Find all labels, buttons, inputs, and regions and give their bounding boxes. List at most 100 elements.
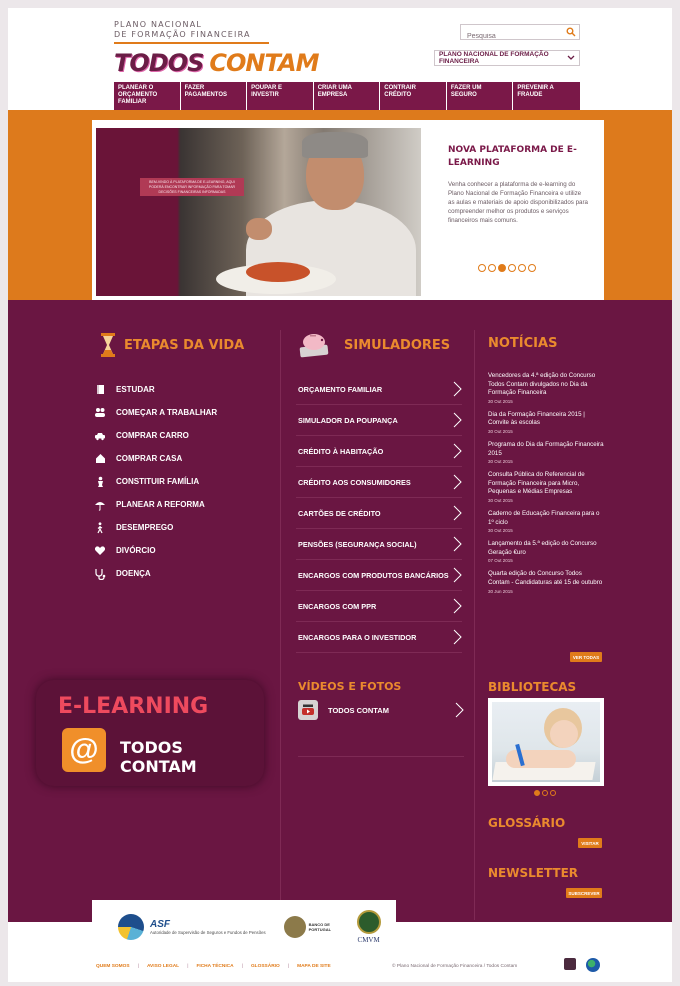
- sim-item-bancarios[interactable]: ENCARGOS COM PRODUTOS BANCÁRIOS: [296, 560, 462, 591]
- chevron-right-icon: [453, 381, 462, 397]
- footer-link-glossario[interactable]: GLOSSÁRIO: [251, 964, 280, 969]
- chevron-right-icon: [453, 443, 462, 459]
- news-item[interactable]: Consulta Pública do Referencial de Forma…: [488, 471, 604, 504]
- etapa-item-estudar[interactable]: ESTUDAR: [94, 378, 274, 401]
- hero-dot-6[interactable]: [528, 264, 536, 272]
- etapa-item-reforma[interactable]: PLANEAR A REFORMA: [94, 493, 274, 516]
- asf-subtitle: Autoridade de Supervisão de Seguros e Fu…: [150, 930, 266, 935]
- subscrever-button[interactable]: SUBSCREVER: [566, 888, 602, 898]
- search-icon[interactable]: [566, 27, 576, 37]
- news-date: 30 Jun 2015: [488, 588, 513, 594]
- heart-icon: [94, 545, 106, 557]
- sim-label: ENCARGOS COM PPR: [298, 601, 377, 611]
- footer-link-aviso-legal[interactable]: AVISO LEGAL: [147, 964, 179, 969]
- hand: [246, 218, 272, 240]
- elearning-title: E-LEARNING: [58, 694, 209, 719]
- footer-link-quem-somos[interactable]: QUEM SOMOS: [96, 964, 130, 969]
- news-item[interactable]: Programa do Dia da Formação Financeira 2…: [488, 441, 604, 465]
- etapa-label: ESTUDAR: [116, 385, 155, 394]
- footer-links: QUEM SOMOS | AVISO LEGAL | FICHA TÉCNICA…: [96, 964, 331, 969]
- hero-dot-3[interactable]: [498, 264, 506, 272]
- sim-label: ENCARGOS COM PRODUTOS BANCÁRIOS: [298, 570, 449, 580]
- hourglass-icon: [101, 333, 115, 357]
- asf-logo[interactable]: ASF Autoridade de Supervisão de Seguros …: [118, 914, 266, 940]
- etapa-label: COMPRAR CASA: [116, 454, 183, 463]
- share-icon[interactable]: [564, 958, 576, 970]
- cmvm-logo[interactable]: CMVM: [356, 910, 381, 944]
- etapas-list: ESTUDAR COMEÇAR A TRABALHAR COMPRAR CARR…: [94, 378, 274, 585]
- etapa-item-doenca[interactable]: DOENÇA: [94, 562, 274, 585]
- site-dropdown[interactable]: PLANO NACIONAL DE FORMAÇÃO FINANCEIRA: [434, 50, 580, 66]
- family-icon: [94, 476, 106, 488]
- sim-item-cartoes[interactable]: CARTÕES DE CRÉDITO: [296, 498, 462, 529]
- glossario-title: GLOSSÁRIO: [488, 816, 566, 830]
- hero-dot-4[interactable]: [508, 264, 516, 272]
- etapa-item-carro[interactable]: COMPRAR CARRO: [94, 424, 274, 447]
- etapa-label: PLANEAR A REFORMA: [116, 500, 205, 509]
- news-title: Programa do Dia da Formação Financeira 2…: [488, 440, 604, 457]
- sim-label: CRÉDITO À HABITAÇÃO: [298, 446, 384, 456]
- globe-icon[interactable]: [586, 958, 600, 972]
- etapa-item-casa[interactable]: COMPRAR CASA: [94, 447, 274, 470]
- hero-title[interactable]: NOVA PLATAFORMA DE E-LEARNING: [448, 144, 588, 170]
- etapa-item-desemprego[interactable]: DESEMPREGO: [94, 516, 274, 539]
- footer-link-ficha-tecnica[interactable]: FICHA TÉCNICA: [196, 964, 233, 969]
- sim-item-ppr[interactable]: ENCARGOS COM PPR: [296, 591, 462, 622]
- video-item-todos-contam[interactable]: TODOS CONTAM: [298, 698, 464, 722]
- hero-image[interactable]: Bem-vindo à plataforma de e-learning, aq…: [96, 128, 421, 296]
- news-item[interactable]: Dia da Formação Financeira 2015 | Convit…: [488, 411, 604, 435]
- hero-callout: Bem-vindo à plataforma de e-learning, aq…: [140, 178, 244, 196]
- search-input[interactable]: [461, 29, 561, 44]
- etapa-label: DIVÓRCIO: [116, 546, 156, 555]
- news-item[interactable]: Caderno de Educação Financeira para o 1º…: [488, 510, 604, 534]
- news-item[interactable]: Quarta edição do Concurso Todos Contam -…: [488, 570, 604, 594]
- banco-portugal-logo[interactable]: BANCO DE PORTUGAL: [283, 916, 339, 938]
- bibliotecas-dot-2[interactable]: [542, 790, 548, 796]
- etapa-item-familia[interactable]: CONSTITUIR FAMÍLIA: [94, 470, 274, 493]
- visitar-button[interactable]: VISITAR: [578, 838, 602, 848]
- separator: |: [241, 964, 243, 969]
- etapa-item-trabalhar[interactable]: COMEÇAR A TRABALHAR: [94, 401, 274, 424]
- chevron-right-icon: [455, 702, 464, 718]
- chevron-right-icon: [453, 629, 462, 645]
- sim-label: CARTÕES DE CRÉDITO: [298, 508, 381, 518]
- elearning-panel[interactable]: E-LEARNING @ TODOS CONTAM: [36, 680, 264, 786]
- partners-bar: ASF Autoridade de Supervisão de Seguros …: [92, 900, 396, 954]
- ver-todas-button[interactable]: VER TODAS: [570, 652, 602, 662]
- footer-link-mapa-site[interactable]: MAPA DE SITE: [297, 964, 331, 969]
- etapa-label: DOENÇA: [116, 569, 151, 578]
- sim-item-habitacao[interactable]: CRÉDITO À HABITAÇÃO: [296, 436, 462, 467]
- hero-dot-1[interactable]: [478, 264, 486, 272]
- hero-dot-2[interactable]: [488, 264, 496, 272]
- bp-seal: [283, 916, 306, 938]
- news-item[interactable]: Vencedores da 4.ª edição do Concurso Tod…: [488, 372, 604, 405]
- news-title: Consulta Pública do Referencial de Forma…: [488, 471, 585, 496]
- sim-item-orcamento[interactable]: ORÇAMENTO FAMILIAR: [296, 374, 462, 405]
- etapa-label: CONSTITUIR FAMÍLIA: [116, 477, 200, 486]
- brand-name: PLANO NACIONAL DE FORMAÇÃO FINANCEIRA: [114, 20, 251, 40]
- cmvm-seal: [356, 910, 381, 934]
- bibliotecas-image[interactable]: [488, 698, 604, 786]
- sim-item-pensoes[interactable]: PENSÕES (SEGURANÇA SOCIAL): [296, 529, 462, 560]
- news-date: 30 Out 2015: [488, 497, 513, 503]
- news-title: Dia da Formação Financeira 2015 | Convit…: [488, 410, 585, 427]
- etapa-item-divorcio[interactable]: DIVÓRCIO: [94, 539, 274, 562]
- news-item[interactable]: Lançamento da 5.ª edição do Concurso Ger…: [488, 540, 604, 564]
- logo[interactable]: TODOS CONTAM: [114, 48, 319, 78]
- hero-pagination: [478, 264, 536, 272]
- bibliotecas-dot-1[interactable]: [534, 790, 540, 796]
- food: [246, 262, 310, 282]
- sim-item-poupanca[interactable]: SIMULADOR DA POUPANÇA: [296, 405, 462, 436]
- sim-item-consumidores[interactable]: CRÉDITO AOS CONSUMIDORES: [296, 467, 462, 498]
- etapa-label: COMPRAR CARRO: [116, 431, 189, 440]
- separator: |: [137, 964, 139, 969]
- hero-dot-5[interactable]: [518, 264, 526, 272]
- brand-line-2: DE FORMAÇÃO FINANCEIRA: [114, 30, 251, 39]
- separator: |: [187, 964, 189, 969]
- bibliotecas-dot-3[interactable]: [550, 790, 556, 796]
- sim-item-investidor[interactable]: ENCARGOS PARA O INVESTIDOR: [296, 622, 462, 653]
- noticias-list: Vencedores da 4.ª edição do Concurso Tod…: [488, 372, 604, 601]
- hero-carousel: Bem-vindo à plataforma de e-learning, aq…: [92, 120, 604, 300]
- sim-label: PENSÕES (SEGURANÇA SOCIAL): [298, 539, 417, 549]
- page: PLANO NACIONAL DE FORMAÇÃO FINANCEIRA TO…: [8, 8, 672, 982]
